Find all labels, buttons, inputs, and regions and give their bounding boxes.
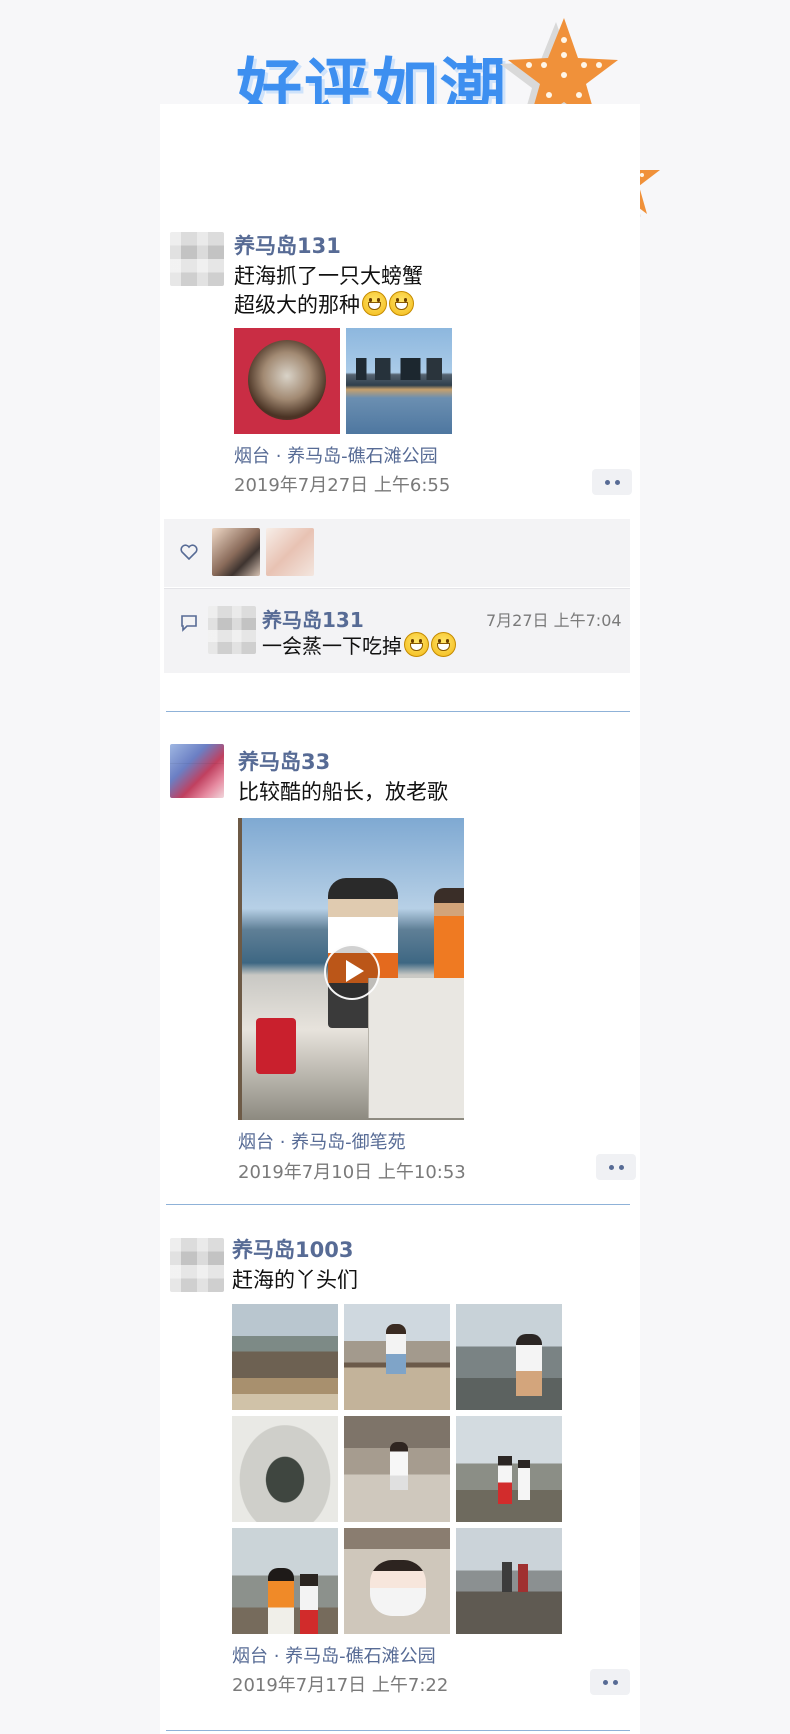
post-username[interactable]: 养马岛1003 bbox=[232, 1234, 353, 1264]
more-dots-icon bbox=[602, 1679, 608, 1685]
grin-emoji-icon bbox=[404, 632, 429, 657]
post-photo[interactable] bbox=[232, 1528, 338, 1634]
post-text-line: 超级大的那种 bbox=[234, 293, 360, 317]
post-text: 超级大的那种 bbox=[234, 291, 414, 320]
avatar[interactable] bbox=[170, 1238, 224, 1292]
comment-icon bbox=[181, 615, 197, 632]
post-divider bbox=[166, 1204, 630, 1205]
post-username[interactable]: 养马岛131 bbox=[234, 230, 341, 260]
post-photo[interactable] bbox=[456, 1416, 562, 1522]
comment-text: 一会蒸一下吃掉 bbox=[262, 632, 456, 661]
more-actions-button[interactable] bbox=[590, 1669, 630, 1695]
post-location[interactable]: 烟台 · 养马岛-御笔苑 bbox=[238, 1128, 406, 1154]
post-divider bbox=[166, 1730, 630, 1731]
post-divider bbox=[166, 711, 630, 712]
post-photo[interactable] bbox=[232, 1416, 338, 1522]
play-icon[interactable] bbox=[324, 944, 380, 1000]
more-dots-icon bbox=[618, 1164, 624, 1170]
post-timestamp: 2019年7月17日 上午7:22 bbox=[232, 1675, 449, 1696]
post-timestamp: 2019年7月27日 上午6:55 bbox=[234, 475, 451, 496]
post-location[interactable]: 烟台 · 养马岛-礁石滩公园 bbox=[234, 442, 438, 468]
post-text-line: 赶海抓了一只大螃蟹 bbox=[234, 264, 423, 288]
avatar[interactable] bbox=[170, 232, 224, 286]
commenter-avatar[interactable] bbox=[208, 606, 256, 654]
more-actions-button[interactable] bbox=[596, 1154, 636, 1180]
liker-avatar[interactable] bbox=[212, 528, 260, 576]
more-actions-button[interactable] bbox=[592, 469, 632, 495]
grin-emoji-icon bbox=[389, 291, 414, 316]
post-video-thumbnail[interactable] bbox=[238, 818, 464, 1120]
post-photo[interactable] bbox=[344, 1528, 450, 1634]
more-dots-icon bbox=[604, 479, 610, 485]
liker-avatar[interactable] bbox=[266, 528, 314, 576]
post-photo[interactable] bbox=[456, 1528, 562, 1634]
post-text: 赶海的丫头们 bbox=[232, 1268, 358, 1292]
more-dots-icon bbox=[614, 479, 620, 485]
post-photo[interactable] bbox=[344, 1304, 450, 1410]
post-username[interactable]: 养马岛33 bbox=[238, 746, 330, 776]
post-photo[interactable] bbox=[344, 1416, 450, 1522]
post-timestamp: 2019年7月10日 上午10:53 bbox=[238, 1162, 466, 1183]
comment-text-content: 一会蒸一下吃掉 bbox=[262, 634, 402, 658]
heart-icon bbox=[180, 544, 198, 560]
avatar[interactable] bbox=[170, 744, 224, 798]
grin-emoji-icon bbox=[431, 632, 456, 657]
comment-username[interactable]: 养马岛131 bbox=[262, 604, 364, 633]
grin-emoji-icon bbox=[362, 291, 387, 316]
post-location[interactable]: 烟台 · 养马岛-礁石滩公园 bbox=[232, 1642, 436, 1668]
post-text: 赶海抓了一只大螃蟹 bbox=[234, 262, 423, 291]
post-photo[interactable] bbox=[456, 1304, 562, 1410]
more-dots-icon bbox=[608, 1164, 614, 1170]
more-dots-icon bbox=[612, 1679, 618, 1685]
post-photo[interactable] bbox=[232, 1304, 338, 1410]
post-text: 比较酷的船长，放老歌 bbox=[238, 780, 448, 804]
post-photo-statues[interactable] bbox=[346, 328, 452, 434]
comment-timestamp: 7月27日 上午7:04 bbox=[486, 611, 622, 630]
post-photo-crab[interactable] bbox=[234, 328, 340, 434]
